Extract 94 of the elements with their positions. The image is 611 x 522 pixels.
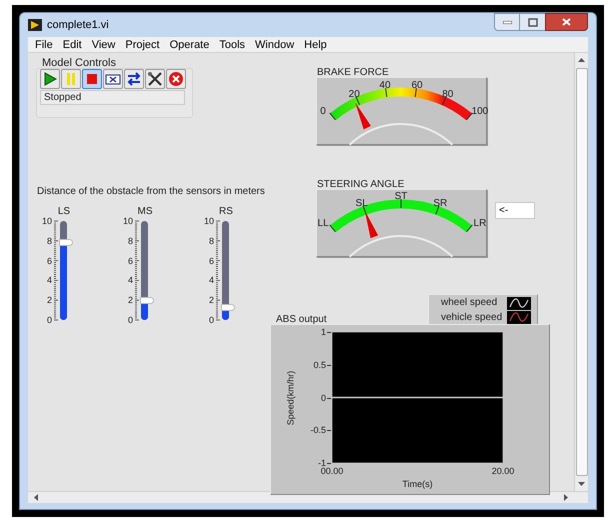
- minimize-icon: [502, 20, 512, 24]
- scale-label: 10: [40, 216, 52, 226]
- gauge-scale-label: 60: [411, 80, 423, 92]
- y-axis-title: Speed(km/hr): [285, 370, 296, 425]
- x-tick-label: 00.00: [320, 466, 344, 476]
- slider-label: MS: [136, 205, 154, 219]
- close-icon: [562, 18, 571, 26]
- gauge-scale-label: LR: [474, 218, 486, 229]
- scale-label: 4: [126, 275, 133, 286]
- scrollbar-thumb[interactable]: [576, 68, 588, 476]
- gauge-label: STEERING ANGLE: [317, 178, 404, 192]
- section-label: Distance of the obstacle from the sensors in meters: [37, 185, 265, 199]
- scale-label: 6: [46, 256, 52, 266]
- slider-thumb[interactable]: [59, 238, 73, 246]
- scale-label: 2: [126, 295, 133, 306]
- gauge-scale-label: 100: [472, 106, 488, 117]
- scale-label: 6: [126, 256, 133, 266]
- slider-track[interactable]: [60, 221, 67, 320]
- abort-icon: [167, 70, 185, 88]
- scale-label: 8: [46, 236, 52, 246]
- abort-button[interactable]: [166, 69, 186, 89]
- y-tick-label: 1: [320, 327, 326, 337]
- gauge-needle: [355, 102, 371, 130]
- gauge-scale-label: SR: [433, 198, 448, 209]
- scale-label: 0: [208, 315, 214, 325]
- menu-item[interactable]: Help: [299, 38, 332, 52]
- y-tick-label: 0.5: [312, 360, 326, 370]
- gauge-scale-label: 80: [442, 88, 454, 100]
- gauge-scale-label: 40: [379, 80, 391, 92]
- swap-button[interactable]: [124, 69, 144, 89]
- menu-item[interactable]: File: [30, 38, 58, 52]
- y-tick-label: -1: [316, 458, 326, 468]
- scale-label: 8: [208, 236, 214, 246]
- scroll-left-icon: [34, 494, 38, 501]
- maximize-button[interactable]: [520, 13, 545, 31]
- scale-label: 0: [126, 315, 133, 325]
- window-title: complete1.vi: [47, 18, 109, 33]
- scroll-up-icon: [578, 58, 585, 62]
- gauge-label: BRAKE FORCE: [317, 66, 389, 80]
- y-tick-mark: [327, 364, 331, 366]
- tools-button[interactable]: [145, 69, 165, 89]
- scale-label: 0: [46, 315, 52, 325]
- scale-label: 2: [46, 295, 52, 306]
- gauge-needle: [364, 210, 378, 238]
- y-tick-mark: [327, 463, 331, 464]
- menu-item[interactable]: Operate: [164, 38, 214, 52]
- status-field: Stopped: [40, 90, 185, 105]
- slider-track[interactable]: [222, 221, 229, 320]
- legend-line-icon: [507, 296, 531, 310]
- slider-label: LS: [56, 205, 72, 219]
- scroll-down-icon: [578, 482, 585, 486]
- scale-label: 4: [208, 275, 214, 286]
- menu-item[interactable]: Project: [120, 38, 165, 52]
- tools-icon: [146, 70, 164, 88]
- close-button[interactable]: [545, 13, 588, 31]
- scale-label: 2: [208, 295, 214, 306]
- scale-label: 10: [202, 216, 214, 226]
- gauge-scale-label: ST: [394, 191, 408, 202]
- gauge-scale-label: 0: [320, 106, 326, 117]
- menu-item[interactable]: Tools: [214, 38, 250, 52]
- menu-item[interactable]: Window: [250, 38, 300, 52]
- menu-item[interactable]: View: [86, 38, 120, 52]
- scale-label: 8: [126, 236, 133, 246]
- app-icon: [28, 19, 42, 31]
- y-tick-mark: [327, 332, 331, 333]
- run-button[interactable]: [40, 69, 60, 89]
- indicator-field: <-: [495, 202, 535, 219]
- step-button[interactable]: [103, 69, 123, 89]
- x-tick-label: 20.00: [490, 466, 516, 476]
- y-tick-label: -0.5: [309, 425, 326, 436]
- scale-label: 10: [122, 216, 133, 226]
- y-tick-label: 0: [320, 392, 326, 402]
- slider-track[interactable]: [141, 221, 148, 320]
- slider-thumb[interactable]: [221, 304, 235, 312]
- legend-line-icon: [507, 311, 531, 324]
- graph-label: ABS output: [276, 313, 327, 327]
- x-axis-title: Time(s): [401, 479, 434, 489]
- vertical-scrollbar[interactable]: [574, 53, 588, 491]
- legend-label: vehicle speed: [441, 312, 502, 324]
- slider-label: RS: [218, 205, 234, 219]
- menu-item[interactable]: Edit: [58, 38, 87, 52]
- scale-label: 4: [46, 275, 52, 286]
- minimize-button[interactable]: [494, 13, 520, 31]
- restore-icon: [528, 18, 538, 26]
- panel-label: Model Controls: [42, 56, 116, 71]
- gauge-scale-label: LL: [318, 218, 329, 229]
- y-tick-mark: [327, 430, 331, 432]
- scale-label: 6: [208, 256, 214, 266]
- legend-label: wheel speed: [441, 297, 498, 310]
- gauge-scale-label: 20: [348, 88, 360, 100]
- swap-arrows-icon: [125, 70, 143, 88]
- slider-thumb[interactable]: [140, 297, 154, 304]
- gauge-scale-label: SL: [356, 198, 368, 209]
- scroll-right-icon: [564, 494, 568, 501]
